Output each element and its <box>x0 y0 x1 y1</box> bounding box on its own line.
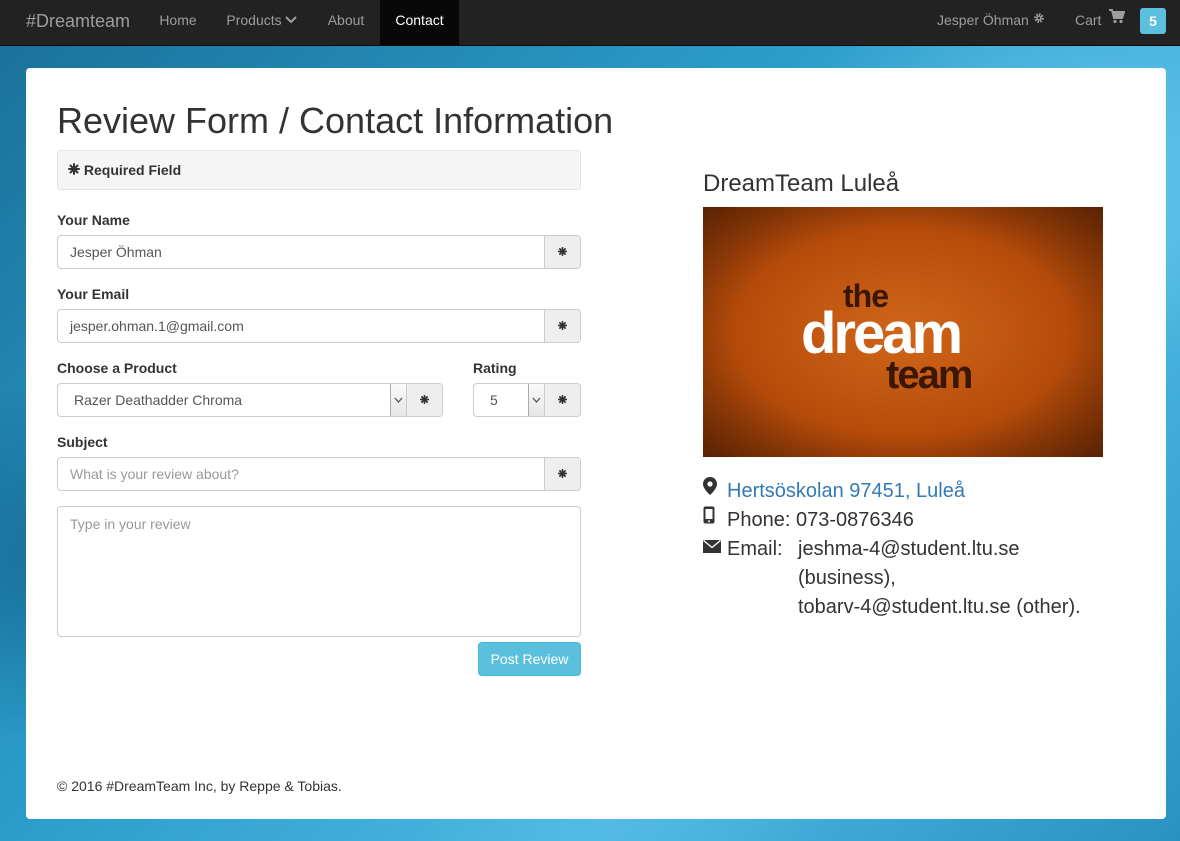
nav-about[interactable]: About <box>312 0 380 45</box>
gear-icon <box>1033 0 1045 39</box>
required-asterisk-icon <box>544 384 580 416</box>
name-input-group: Jesper Öhman <box>57 235 581 269</box>
rating-select[interactable]: 5 <box>474 384 527 416</box>
contact-heading: DreamTeam Luleå <box>703 170 900 197</box>
post-review-button[interactable]: Post Review <box>478 642 581 676</box>
cart-link[interactable]: Cart <box>1075 0 1126 45</box>
select-chevron-icon[interactable] <box>390 384 407 416</box>
select-chevron-icon[interactable] <box>528 384 545 416</box>
name-input[interactable]: Jesper Öhman <box>58 236 544 268</box>
mobile-phone-icon <box>703 504 727 533</box>
address-line: Hertsöskolan 97451, Luleå <box>703 477 965 506</box>
rating-select-group: 5 <box>473 383 581 417</box>
logo-word-team: team <box>886 353 972 397</box>
email-addresses: jeshma-4@student.ltu.se (business), toba… <box>798 535 1081 622</box>
phone-line: Phone: 073-0876346 <box>703 506 914 535</box>
review-placeholder: Type in your review <box>70 516 191 532</box>
map-marker-icon <box>703 475 727 504</box>
cart-label: Cart <box>1075 12 1102 28</box>
email-input[interactable]: jesper.ohman.1@gmail.com <box>58 310 544 342</box>
nav-contact[interactable]: Contact <box>380 0 459 45</box>
footer-copyright: © 2016 #DreamTeam Inc, by Reppe & Tobias… <box>57 778 342 794</box>
product-label: Choose a Product <box>57 360 177 376</box>
nav-about-label: About <box>327 12 365 28</box>
user-name: Jesper Öhman <box>937 12 1029 28</box>
email-business-note: (business), <box>798 567 896 589</box>
required-asterisk-icon <box>544 310 580 342</box>
email-other: tobarv-4@student.ltu.se (other). <box>798 596 1081 618</box>
subject-input[interactable]: What is your review about? <box>58 458 544 490</box>
name-label: Your Name <box>57 212 130 228</box>
email-business: jeshma-4@student.ltu.se <box>798 538 1020 560</box>
required-asterisk-icon <box>406 384 442 416</box>
dreamteam-logo-image: the dream team <box>703 207 1103 457</box>
rating-label: Rating <box>473 360 517 376</box>
subject-input-group: What is your review about? <box>57 457 581 491</box>
email-prefix: Email: <box>727 538 783 560</box>
cart-count-badge[interactable]: 5 <box>1140 8 1166 34</box>
content-panel: Review Form / Contact Information Requir… <box>26 68 1166 819</box>
email-label: Your Email <box>57 286 130 302</box>
nav-products-dropdown[interactable]: Products <box>211 0 312 45</box>
user-menu[interactable]: Jesper Öhman <box>937 0 1045 45</box>
nav-home-label: Home <box>159 12 197 28</box>
asterisk-icon <box>68 151 80 189</box>
required-asterisk-icon <box>544 236 580 268</box>
product-select-group: Razer Deathadder Chroma <box>57 383 443 417</box>
page-title: Review Form / Contact Information <box>57 100 614 141</box>
phone-text: Phone: 073-0876346 <box>727 509 914 531</box>
shopping-cart-icon <box>1109 0 1126 39</box>
required-field-note: Required Field <box>57 150 581 190</box>
nav-home[interactable]: Home <box>145 0 211 45</box>
review-textarea[interactable]: Type in your review <box>57 506 581 637</box>
nav-contact-label: Contact <box>395 12 444 28</box>
required-field-label: Required Field <box>83 162 182 178</box>
subject-label: Subject <box>57 434 108 450</box>
brand-link[interactable]: #Dreamteam <box>26 11 130 31</box>
envelope-icon <box>703 533 727 562</box>
navbar: #Dreamteam Home Products About Contact J… <box>0 0 1180 46</box>
product-select[interactable]: Razer Deathadder Chroma <box>58 384 389 416</box>
email-input-group: jesper.ohman.1@gmail.com <box>57 309 581 343</box>
required-asterisk-icon <box>544 458 580 490</box>
email-line: Email: <box>703 535 783 564</box>
address-link[interactable]: Hertsöskolan 97451, Luleå <box>727 480 965 502</box>
nav-products-label: Products <box>226 12 282 28</box>
chevron-down-icon <box>284 0 297 39</box>
